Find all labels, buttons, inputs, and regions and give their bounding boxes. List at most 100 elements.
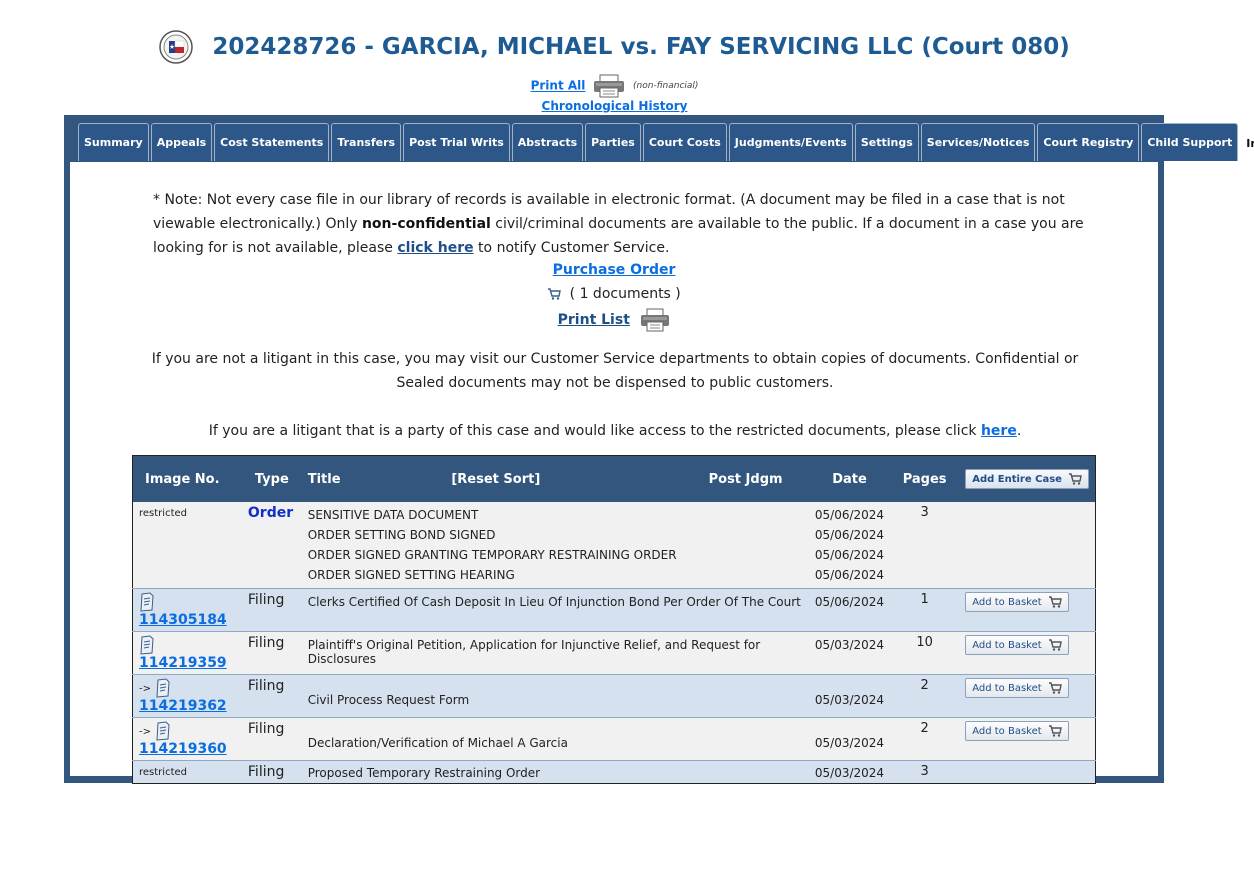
- col-title[interactable]: Title: [301, 455, 446, 502]
- table-row: -> 114219362 Filing Civil Process Reques…: [132, 674, 1096, 718]
- document-icon[interactable]: [155, 721, 171, 741]
- table-row: 114219359 Filing Plaintiff's Original Pe…: [132, 631, 1096, 675]
- title-cell: Declaration/Verification of Michael A Ga…: [301, 717, 809, 761]
- tab-court-registry[interactable]: Court Registry: [1037, 123, 1140, 161]
- cart-icon: [1048, 725, 1062, 737]
- col-image-no[interactable]: Image No.: [132, 455, 242, 502]
- pages-cell: 2: [890, 674, 960, 718]
- case-header: 202428726 - GARCIA, MICHAEL vs. FAY SERV…: [0, 30, 1229, 64]
- customer-service-paragraph: If you are not a litigant in this case, …: [151, 351, 1079, 391]
- case-links: Print All (non-financial) Chronological …: [0, 74, 1229, 113]
- tab-services-notices[interactable]: Services/Notices: [920, 123, 1036, 161]
- title-cell: Civil Process Request Form: [301, 674, 809, 718]
- availability-note: * Note: Not every case file in our libra…: [153, 188, 1093, 260]
- pages-cell: 10: [890, 631, 960, 675]
- basket-cell: Add to Basket: [959, 717, 1096, 761]
- restricted-label: restricted: [139, 767, 187, 778]
- document-icon[interactable]: [139, 592, 155, 612]
- pages-cell: 1: [890, 588, 960, 632]
- tab-child-support[interactable]: Child Support: [1141, 123, 1239, 161]
- cart-icon: [1068, 473, 1082, 485]
- tab-settings[interactable]: Settings: [854, 123, 919, 161]
- cart-icon: [1048, 596, 1062, 608]
- tab-court-costs[interactable]: Court Costs: [642, 123, 727, 161]
- image-link[interactable]: 114219362: [139, 698, 227, 714]
- date-cell: 05/03/2024: [808, 631, 891, 675]
- purchase-order-row: Purchase Order: [70, 262, 1158, 278]
- purchase-order-link[interactable]: Purchase Order: [553, 262, 676, 278]
- date-cell: 05/06/2024 05/06/2024 05/06/2024 05/06/2…: [809, 502, 890, 589]
- tab-abstracts[interactable]: Abstracts: [511, 123, 584, 161]
- tab-images[interactable]: Images: [1240, 123, 1254, 163]
- tab-parties[interactable]: Parties: [585, 123, 641, 161]
- title-cell: Plaintiff's Original Petition, Applicati…: [301, 631, 809, 675]
- document-icon[interactable]: [155, 678, 171, 698]
- col-post-jdgm[interactable]: Post Jdgm: [702, 455, 809, 502]
- non-financial-note: (non-financial): [633, 81, 699, 91]
- chronological-history-link[interactable]: Chronological History: [0, 99, 1229, 113]
- col-type[interactable]: Type: [241, 455, 302, 502]
- case-title: 202428726 - GARCIA, MICHAEL vs. FAY SERV…: [212, 34, 1070, 60]
- order-date: 05/06/2024: [814, 568, 885, 582]
- order-title: SENSITIVE DATA DOCUMENT: [307, 508, 479, 522]
- add-to-basket-label: Add to Basket: [972, 596, 1042, 608]
- image-link[interactable]: 114219359: [139, 655, 227, 671]
- add-to-basket-button[interactable]: Add to Basket: [965, 678, 1069, 698]
- pages-cell: 3: [920, 505, 929, 520]
- print-list-link[interactable]: Print List: [558, 312, 630, 328]
- type-cell: Filing: [241, 760, 302, 784]
- order-date: 05/06/2024: [814, 528, 885, 542]
- order-title: ORDER SETTING BOND SIGNED: [307, 528, 496, 542]
- documents-count: ( 1 documents ): [569, 286, 681, 302]
- date-cell: 05/03/2024: [808, 760, 891, 784]
- date-cell: 05/03/2024: [808, 717, 891, 761]
- image-no-cell: 114219359: [132, 631, 242, 675]
- reset-sort-link[interactable]: [Reset Sort]: [445, 455, 703, 502]
- order-date: 05/06/2024: [814, 548, 885, 562]
- tab-summary[interactable]: Summary: [78, 123, 149, 161]
- add-entire-case-label: Add Entire Case: [972, 473, 1062, 485]
- litigant-paragraph: If you are a litigant that is a party of…: [145, 419, 1085, 443]
- litigant-here-link[interactable]: here: [981, 423, 1017, 439]
- add-entire-case-button[interactable]: Add Entire Case: [965, 469, 1089, 489]
- title-cell: SENSITIVE DATA DOCUMENT ORDER SETTING BO…: [302, 502, 809, 589]
- cart-icon: [1048, 639, 1062, 651]
- arrow-indicator: ->: [139, 683, 151, 695]
- image-link[interactable]: 114305184: [139, 612, 227, 628]
- documents-count-row: ( 1 documents ): [70, 286, 1158, 302]
- documents-table: Image No. Type Title [Reset Sort] Post J…: [132, 455, 1096, 784]
- printer-icon[interactable]: [592, 74, 626, 98]
- tab-cost-statements[interactable]: Cost Statements: [214, 123, 330, 161]
- print-list-printer-icon[interactable]: [640, 308, 670, 332]
- type-cell: Filing: [241, 588, 302, 632]
- add-to-basket-button[interactable]: Add to Basket: [965, 635, 1069, 655]
- litigant-text: If you are a litigant that is a party of…: [208, 423, 981, 439]
- tab-post-trial-writs[interactable]: Post Trial Writs: [403, 123, 510, 161]
- case-panel: Summary Appeals Cost Statements Transfer…: [64, 115, 1254, 784]
- print-all-link[interactable]: Print All: [531, 79, 586, 93]
- image-no-cell: restricted: [133, 502, 242, 589]
- tab-transfers[interactable]: Transfers: [331, 123, 402, 161]
- type-cell: Order: [242, 502, 302, 589]
- type-cell: Filing: [241, 717, 302, 761]
- tab-judgments-events[interactable]: Judgments/Events: [728, 123, 853, 161]
- notify-click-here-link[interactable]: click here: [397, 240, 473, 256]
- image-link[interactable]: 114219360: [139, 741, 227, 757]
- images-tab-content: * Note: Not every case file in our libra…: [70, 162, 1158, 784]
- col-pages[interactable]: Pages: [890, 455, 960, 502]
- restricted-label: restricted: [139, 508, 187, 519]
- table-row: 114305184 Filing Clerks Certified Of Cas…: [132, 588, 1096, 632]
- col-date[interactable]: Date: [808, 455, 891, 502]
- order-date: 05/06/2024: [814, 508, 885, 522]
- order-type: Order: [247, 505, 294, 521]
- pages-cell: 3: [890, 760, 960, 784]
- add-to-basket-button[interactable]: Add to Basket: [965, 721, 1069, 741]
- add-to-basket-button[interactable]: Add to Basket: [965, 592, 1069, 612]
- title-cell: Proposed Temporary Restraining Order: [301, 760, 809, 784]
- add-to-basket-label: Add to Basket: [972, 639, 1042, 651]
- litigant-end: .: [1016, 423, 1022, 439]
- tab-appeals[interactable]: Appeals: [150, 123, 213, 161]
- document-icon[interactable]: [139, 635, 155, 655]
- county-seal-icon: [159, 30, 193, 64]
- add-to-basket-label: Add to Basket: [972, 725, 1042, 737]
